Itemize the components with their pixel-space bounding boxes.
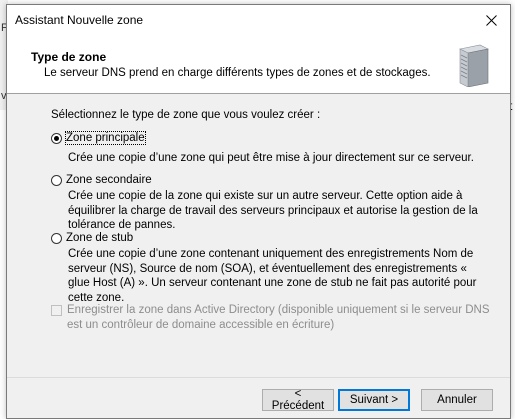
next-button[interactable]: Suivant > bbox=[338, 389, 410, 411]
zone-type-prompt: Sélectionnez le type de zone que vous vo… bbox=[51, 109, 321, 121]
ad-storage-option: Enregistrer la zone dans Active Director… bbox=[51, 303, 497, 332]
close-button[interactable] bbox=[476, 7, 506, 33]
radio-secondary-zone[interactable]: Zone secondaire bbox=[51, 174, 152, 186]
title-bar[interactable]: Assistant Nouvelle zone bbox=[7, 5, 510, 35]
dns-server-icon bbox=[459, 44, 489, 87]
back-button[interactable]: < Précédent bbox=[262, 388, 334, 412]
radio-label[interactable]: Zone secondaire bbox=[66, 174, 152, 186]
ad-storage-label: Enregistrer la zone dans Active Director… bbox=[67, 304, 490, 331]
radio-button[interactable] bbox=[51, 232, 62, 244]
footer-divider bbox=[7, 377, 510, 378]
close-icon bbox=[485, 14, 497, 26]
stub-zone-description: Crée une copie d’une zone contenant uniq… bbox=[68, 248, 477, 304]
radio-label[interactable]: Zone principale bbox=[65, 131, 146, 145]
primary-zone-description: Crée une copie d’une zone qui peut être … bbox=[68, 152, 474, 164]
page-title: Type de zone bbox=[31, 50, 107, 64]
radio-button[interactable] bbox=[51, 132, 62, 144]
new-zone-wizard-dialog: Assistant Nouvelle zone Type de zone Le … bbox=[6, 4, 511, 419]
dialog-title: Assistant Nouvelle zone bbox=[15, 13, 144, 27]
secondary-zone-description: Crée une copie de la zone qui existe sur… bbox=[68, 190, 478, 231]
wizard-header: Type de zone Le serveur DNS prend en cha… bbox=[7, 35, 510, 94]
radio-button[interactable] bbox=[51, 174, 62, 186]
radio-label[interactable]: Zone de stub bbox=[66, 232, 133, 244]
page-subtitle: Le serveur DNS prend en charge différent… bbox=[44, 67, 431, 79]
cancel-button[interactable]: Annuler bbox=[421, 389, 493, 411]
ad-storage-checkbox bbox=[51, 305, 62, 316]
radio-stub-zone[interactable]: Zone de stub bbox=[51, 232, 133, 244]
radio-primary-zone[interactable]: Zone principale bbox=[51, 131, 146, 145]
wizard-body: Sélectionnez le type de zone que vous vo… bbox=[7, 94, 510, 364]
